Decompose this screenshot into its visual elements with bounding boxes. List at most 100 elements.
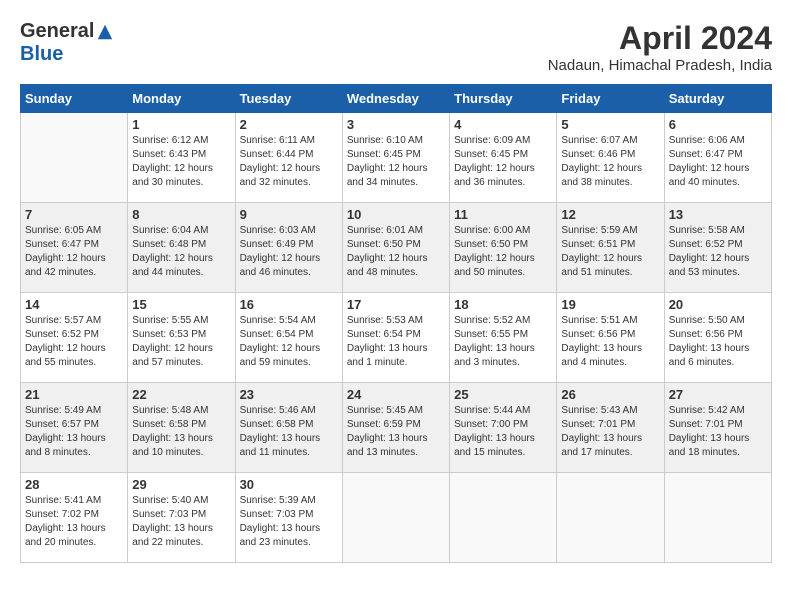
daylight-text: Daylight: 12 hours and 48 minutes. bbox=[347, 253, 428, 278]
daylight-text: Daylight: 12 hours and 34 minutes. bbox=[347, 163, 428, 188]
calendar-cell: 12Sunrise: 5:59 AMSunset: 6:51 PMDayligh… bbox=[557, 203, 664, 293]
day-info: Sunrise: 6:00 AMSunset: 6:50 PMDaylight:… bbox=[454, 224, 552, 280]
calendar-cell: 24Sunrise: 5:45 AMSunset: 6:59 PMDayligh… bbox=[342, 383, 449, 473]
sunrise-text: Sunrise: 5:58 AM bbox=[669, 225, 745, 236]
logo-general: General bbox=[20, 20, 94, 43]
daylight-text: Daylight: 12 hours and 36 minutes. bbox=[454, 163, 535, 188]
calendar-header-row: SundayMondayTuesdayWednesdayThursdayFrid… bbox=[21, 85, 772, 113]
day-info: Sunrise: 5:41 AMSunset: 7:02 PMDaylight:… bbox=[25, 494, 123, 550]
daylight-text: Daylight: 12 hours and 57 minutes. bbox=[132, 343, 213, 368]
daylight-text: Daylight: 13 hours and 23 minutes. bbox=[240, 523, 321, 548]
sunrise-text: Sunrise: 6:10 AM bbox=[347, 135, 423, 146]
day-number: 6 bbox=[669, 117, 767, 132]
day-info: Sunrise: 6:07 AMSunset: 6:46 PMDaylight:… bbox=[561, 134, 659, 190]
sunset-text: Sunset: 6:45 PM bbox=[347, 149, 421, 160]
sunrise-text: Sunrise: 5:57 AM bbox=[25, 315, 101, 326]
calendar-cell: 25Sunrise: 5:44 AMSunset: 7:00 PMDayligh… bbox=[450, 383, 557, 473]
calendar-cell: 16Sunrise: 5:54 AMSunset: 6:54 PMDayligh… bbox=[235, 293, 342, 383]
sunrise-text: Sunrise: 5:39 AM bbox=[240, 495, 316, 506]
day-info: Sunrise: 6:03 AM Sunset: 6:49 PM Daylight:… bbox=[240, 224, 338, 280]
daylight-text: Daylight: 13 hours and 15 minutes. bbox=[454, 433, 535, 458]
sunrise-text: Sunrise: 6:07 AM bbox=[561, 135, 637, 146]
sunset-text: Sunset: 6:51 PM bbox=[561, 239, 635, 250]
daylight-text: Daylight: 13 hours and 13 minutes. bbox=[347, 433, 428, 458]
sunset-text: Sunset: 7:03 PM bbox=[240, 509, 314, 520]
calendar-cell: 1Sunrise: 6:12 AMSunset: 6:43 PMDaylight… bbox=[128, 113, 235, 203]
daylight-text: Daylight: 12 hours and 38 minutes. bbox=[561, 163, 642, 188]
daylight-text: Daylight: 12 hours and 51 minutes. bbox=[561, 253, 642, 278]
sunset-text: Sunset: 6:58 PM bbox=[240, 419, 314, 430]
sunrise-text: Sunrise: 5:48 AM bbox=[132, 405, 208, 416]
sunrise-text: Sunrise: 6:09 AM bbox=[454, 135, 530, 146]
day-number: 20 bbox=[669, 297, 767, 312]
calendar-weekday-header: Wednesday bbox=[342, 85, 449, 113]
calendar-cell: 9 Sunrise: 6:03 AM Sunset: 6:49 PM Daylight… bbox=[235, 203, 342, 293]
day-number: 1 bbox=[132, 117, 230, 132]
sunset-text: Sunset: 7:03 PM bbox=[132, 509, 206, 520]
daylight-text: Daylight: 12 hours and 59 minutes. bbox=[240, 343, 321, 368]
day-number: 2 bbox=[240, 117, 338, 132]
daylight-text: Daylight: 13 hours and 22 minutes. bbox=[132, 523, 213, 548]
day-number: 13 bbox=[669, 207, 767, 222]
calendar-cell: 13 Sunrise: 5:58 AM Sunset: 6:52 PM Dayligh… bbox=[664, 203, 771, 293]
daylight-text: Daylight: 12 hours and 53 minutes. bbox=[669, 253, 750, 278]
sunrise-text: Sunrise: 6:06 AM bbox=[669, 135, 745, 146]
sunset-text: Sunset: 6:52 PM bbox=[669, 239, 743, 250]
day-number: 28 bbox=[25, 477, 123, 492]
sunrise-text: Sunrise: 6:04 AM bbox=[132, 225, 208, 236]
day-info: Sunrise: 5:40 AM Sunset: 7:03 PM Daylight:… bbox=[132, 494, 230, 550]
day-number: 16 bbox=[240, 297, 338, 312]
calendar-cell: 5Sunrise: 6:07 AMSunset: 6:46 PMDaylight… bbox=[557, 113, 664, 203]
day-info: Sunrise: 5:59 AMSunset: 6:51 PMDaylight:… bbox=[561, 224, 659, 280]
calendar-cell: 4Sunrise: 6:09 AMSunset: 6:45 PMDaylight… bbox=[450, 113, 557, 203]
sunrise-text: Sunrise: 5:52 AM bbox=[454, 315, 530, 326]
title-area: April 2024 Nadaun, Himachal Pradesh, Ind… bbox=[548, 20, 772, 74]
sunrise-text: Sunrise: 5:43 AM bbox=[561, 405, 637, 416]
sunrise-text: Sunrise: 6:05 AM bbox=[25, 225, 101, 236]
sunrise-text: Sunrise: 5:40 AM bbox=[132, 495, 208, 506]
sunset-text: Sunset: 6:44 PM bbox=[240, 149, 314, 160]
sunset-text: Sunset: 6:49 PM bbox=[240, 239, 314, 250]
day-number: 8 bbox=[132, 207, 230, 222]
calendar-cell: 6Sunrise: 6:06 AMSunset: 6:47 PMDaylight… bbox=[664, 113, 771, 203]
sunrise-text: Sunrise: 6:01 AM bbox=[347, 225, 423, 236]
sunrise-text: Sunrise: 6:03 AM bbox=[240, 225, 316, 236]
sunset-text: Sunset: 6:43 PM bbox=[132, 149, 206, 160]
day-info: Sunrise: 5:58 AM Sunset: 6:52 PM Daylight:… bbox=[669, 224, 767, 280]
calendar-cell: 20Sunrise: 5:50 AMSunset: 6:56 PMDayligh… bbox=[664, 293, 771, 383]
calendar-weekday-header: Friday bbox=[557, 85, 664, 113]
daylight-text: Daylight: 12 hours and 44 minutes. bbox=[132, 253, 213, 278]
sunrise-text: Sunrise: 5:44 AM bbox=[454, 405, 530, 416]
day-number: 19 bbox=[561, 297, 659, 312]
sunset-text: Sunset: 7:01 PM bbox=[669, 419, 743, 430]
sunset-text: Sunset: 6:47 PM bbox=[669, 149, 743, 160]
daylight-text: Daylight: 12 hours and 42 minutes. bbox=[25, 253, 106, 278]
daylight-text: Daylight: 13 hours and 3 minutes. bbox=[454, 343, 535, 368]
day-info: Sunrise: 5:48 AMSunset: 6:58 PMDaylight:… bbox=[132, 404, 230, 460]
day-number: 11 bbox=[454, 207, 552, 222]
day-info: Sunrise: 5:53 AMSunset: 6:54 PMDaylight:… bbox=[347, 314, 445, 370]
calendar-weekday-header: Monday bbox=[128, 85, 235, 113]
daylight-text: Daylight: 12 hours and 50 minutes. bbox=[454, 253, 535, 278]
day-number: 9 bbox=[240, 207, 338, 222]
calendar-cell: 30Sunrise: 5:39 AMSunset: 7:03 PMDayligh… bbox=[235, 473, 342, 563]
daylight-text: Daylight: 12 hours and 55 minutes. bbox=[25, 343, 106, 368]
calendar-cell: 7Sunrise: 6:05 AMSunset: 6:47 PMDaylight… bbox=[21, 203, 128, 293]
calendar-cell bbox=[664, 473, 771, 563]
daylight-text: Daylight: 12 hours and 46 minutes. bbox=[240, 253, 321, 278]
sunrise-text: Sunrise: 5:54 AM bbox=[240, 315, 316, 326]
calendar-week-row: 14Sunrise: 5:57 AMSunset: 6:52 PMDayligh… bbox=[21, 293, 772, 383]
sunset-text: Sunset: 6:48 PM bbox=[132, 239, 206, 250]
logo-blue: Blue bbox=[20, 43, 63, 65]
day-info: Sunrise: 5:51 AMSunset: 6:56 PMDaylight:… bbox=[561, 314, 659, 370]
sunrise-text: Sunrise: 5:46 AM bbox=[240, 405, 316, 416]
day-info: Sunrise: 6:04 AM Sunset: 6:48 PM Daylight:… bbox=[132, 224, 230, 280]
calendar-weekday-header: Tuesday bbox=[235, 85, 342, 113]
calendar-cell bbox=[557, 473, 664, 563]
calendar-table: SundayMondayTuesdayWednesdayThursdayFrid… bbox=[20, 84, 772, 563]
calendar-cell: 8 Sunrise: 6:04 AM Sunset: 6:48 PM Daylight… bbox=[128, 203, 235, 293]
calendar-body: 1Sunrise: 6:12 AMSunset: 6:43 PMDaylight… bbox=[21, 113, 772, 563]
calendar-week-row: 7Sunrise: 6:05 AMSunset: 6:47 PMDaylight… bbox=[21, 203, 772, 293]
day-info: Sunrise: 6:10 AM Sunset: 6:45 PM Daylight:… bbox=[347, 134, 445, 190]
day-number: 26 bbox=[561, 387, 659, 402]
